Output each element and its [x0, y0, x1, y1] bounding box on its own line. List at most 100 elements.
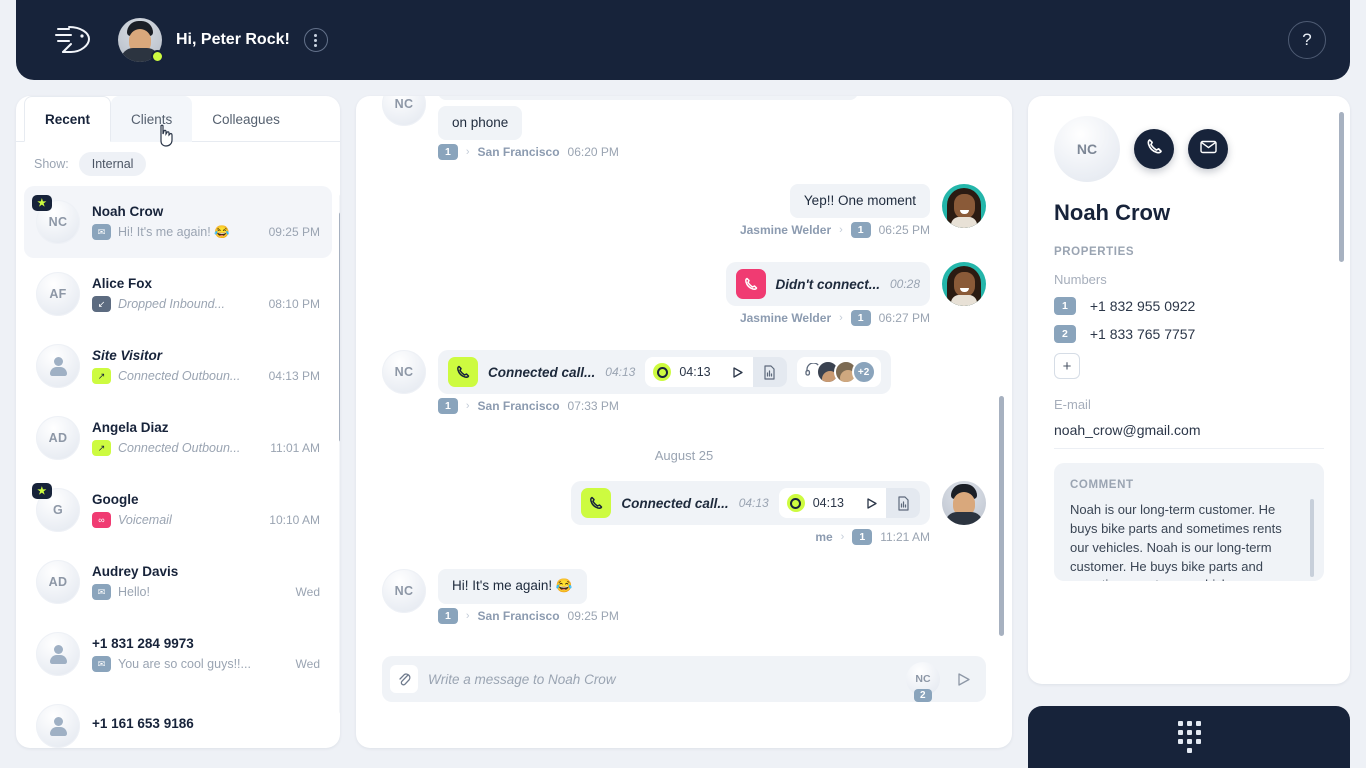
- call-listeners[interactable]: +2: [796, 357, 881, 388]
- line-number-badge: 1: [438, 398, 458, 415]
- avatar-initials: AD: [48, 431, 68, 445]
- comment-box[interactable]: COMMENT Noah is our long-term customer. …: [1054, 463, 1324, 581]
- contact-preview: Hello!: [118, 585, 150, 599]
- message-input[interactable]: [428, 671, 896, 687]
- chat-message-row: NC Hi! It's me again! 😂 1 › San Francisc…: [382, 569, 986, 641]
- avatar-initials: NC: [1076, 141, 1098, 157]
- call-record-connected[interactable]: Connected call... 04:13 04:13: [438, 350, 891, 395]
- phone-icon: [581, 488, 612, 519]
- list-item[interactable]: AD Audrey Davis ✉ Hello! Wed: [24, 546, 332, 618]
- call-status-text: Connected call...: [621, 495, 729, 511]
- filter-chip-internal[interactable]: Internal: [78, 152, 147, 176]
- online-status-dot: [151, 50, 164, 63]
- voicemail-icon: ∞: [92, 512, 111, 528]
- avatar: AD: [36, 560, 80, 604]
- call-contact-button[interactable]: [1134, 129, 1174, 169]
- chat-message-meta: 1 › San Francisco 06:20 PM: [438, 144, 858, 161]
- numbers-label: Numbers: [1054, 272, 1107, 287]
- call-duration: 04:13: [605, 365, 636, 380]
- message-time: 11:21 AM: [880, 530, 930, 545]
- call-recording-player[interactable]: 04:13: [778, 488, 920, 519]
- message-time: 09:25 PM: [567, 608, 619, 623]
- divider: [1054, 448, 1324, 449]
- envelope-icon: [1199, 138, 1218, 160]
- brand-logo-icon[interactable]: [54, 20, 94, 60]
- email-contact-button[interactable]: [1188, 129, 1228, 169]
- paperclip-icon[interactable]: [390, 665, 418, 693]
- call-duration: 00:28: [889, 277, 920, 292]
- chat-bubble-text: on phone: [438, 106, 523, 141]
- listeners-overflow-count[interactable]: +2: [851, 360, 876, 385]
- line-number-badge: 1: [438, 607, 458, 624]
- star-icon: ★: [32, 483, 52, 499]
- call-record-missed[interactable]: Didn't connect... 00:28: [725, 262, 930, 307]
- contact-time: Wed: [295, 657, 320, 671]
- phone-number-row[interactable]: 2 +1 833 765 7757: [1054, 325, 1324, 343]
- avatar: [942, 262, 986, 307]
- sms-icon: ✉: [92, 224, 111, 240]
- line-number-badge: 2: [1054, 325, 1076, 343]
- transcript-icon[interactable]: [886, 488, 920, 519]
- message-sender: Jasmine Welder: [739, 311, 832, 326]
- avatar: AF: [36, 272, 80, 316]
- dialpad-icon[interactable]: [1177, 721, 1201, 753]
- avatar: NC: [382, 350, 426, 395]
- chat-scrollbar-thumb[interactable]: [999, 396, 1004, 636]
- email-label: E-mail: [1054, 397, 1091, 412]
- contact-preview: Connected Outboun...: [118, 441, 241, 455]
- line-number-badge: 1: [850, 310, 871, 327]
- chat-message-meta: Jasmine Welder › 1 06:27 PM: [726, 310, 930, 327]
- more-options-icon[interactable]: [303, 28, 328, 52]
- contact-time: 08:10 PM: [268, 297, 320, 311]
- dialpad-panel[interactable]: [1028, 706, 1350, 768]
- phone-number-value: +1 832 955 0922: [1089, 298, 1196, 314]
- chat-message-list: NC on phone 1 › San Francisco 06:20 PM Y…: [356, 96, 1012, 656]
- call-record-connected[interactable]: Connected call... 04:13 04:13: [571, 481, 930, 526]
- list-item[interactable]: AD Angela Diaz ↗ Connected Outboun... 11…: [24, 402, 332, 474]
- list-item[interactable]: +1 161 653 9186: [24, 690, 332, 748]
- play-icon[interactable]: [856, 488, 886, 518]
- message-composer-wrap: NC 2: [356, 656, 1012, 702]
- avatar: [942, 184, 986, 229]
- composer-sender-selector[interactable]: NC 2: [906, 662, 940, 702]
- star-icon: ★: [32, 195, 52, 211]
- add-number-button[interactable]: +: [1054, 353, 1080, 379]
- list-item[interactable]: AF Alice Fox ↙ Dropped Inbound... 08:10 …: [24, 258, 332, 330]
- contact-list-scrollbar-track[interactable]: [339, 194, 340, 714]
- day-separator: August 25: [654, 448, 714, 464]
- send-icon[interactable]: [950, 666, 976, 692]
- avatar-initials: NC: [48, 215, 68, 229]
- list-item[interactable]: NC ★ Noah Crow ✉ Hi! It's me again! 😂 09…: [24, 186, 332, 258]
- outbound-connected-icon: ↗: [92, 440, 111, 456]
- help-question-icon[interactable]: ?: [1288, 21, 1326, 59]
- chat-bubble-clipped: [438, 96, 858, 100]
- contact-details-scrollbar-thumb[interactable]: [1339, 112, 1344, 262]
- list-item[interactable]: +1 831 284 9973 ✉ You are so cool guys!!…: [24, 618, 332, 690]
- play-icon[interactable]: [723, 357, 753, 387]
- chat-message-row: NC on phone 1 › San Francisco 06:20 PM: [382, 96, 986, 178]
- tab-colleagues[interactable]: Colleagues: [192, 96, 300, 142]
- tab-clients[interactable]: Clients: [111, 96, 193, 142]
- contact-preview: Connected Outboun...: [118, 369, 241, 383]
- list-item[interactable]: G ★ Google ∞ Voicemail 10:10 AM: [24, 474, 332, 546]
- message-time: 06:20 PM: [567, 145, 619, 160]
- chevron-right-icon: ›: [840, 531, 845, 544]
- list-item[interactable]: Site Visitor ↗ Connected Outboun... 04:1…: [24, 330, 332, 402]
- outbound-connected-icon: ↗: [92, 368, 111, 384]
- recording-duration: 04:13: [812, 496, 844, 511]
- call-recording-player[interactable]: 04:13: [645, 357, 787, 388]
- tab-recent[interactable]: Recent: [24, 96, 112, 142]
- contact-name: Audrey Davis: [92, 564, 179, 579]
- line-number-badge: 1: [850, 222, 871, 239]
- contact-preview: Voicemail: [118, 513, 172, 527]
- message-sender: me: [815, 530, 833, 545]
- comment-scrollbar-thumb[interactable]: [1310, 499, 1314, 577]
- avatar[interactable]: [118, 18, 164, 63]
- chat-message-meta: 1 › San Francisco 09:25 PM: [438, 607, 619, 624]
- contact-list-scrollbar-thumb[interactable]: [339, 212, 340, 442]
- phone-number-row[interactable]: 1 +1 832 955 0922: [1054, 297, 1324, 315]
- transcript-icon[interactable]: [752, 357, 787, 388]
- comment-text: Noah is our long-term customer. He buys …: [1070, 502, 1282, 581]
- contact-time: 09:25 PM: [268, 225, 320, 239]
- avatar: [942, 481, 986, 526]
